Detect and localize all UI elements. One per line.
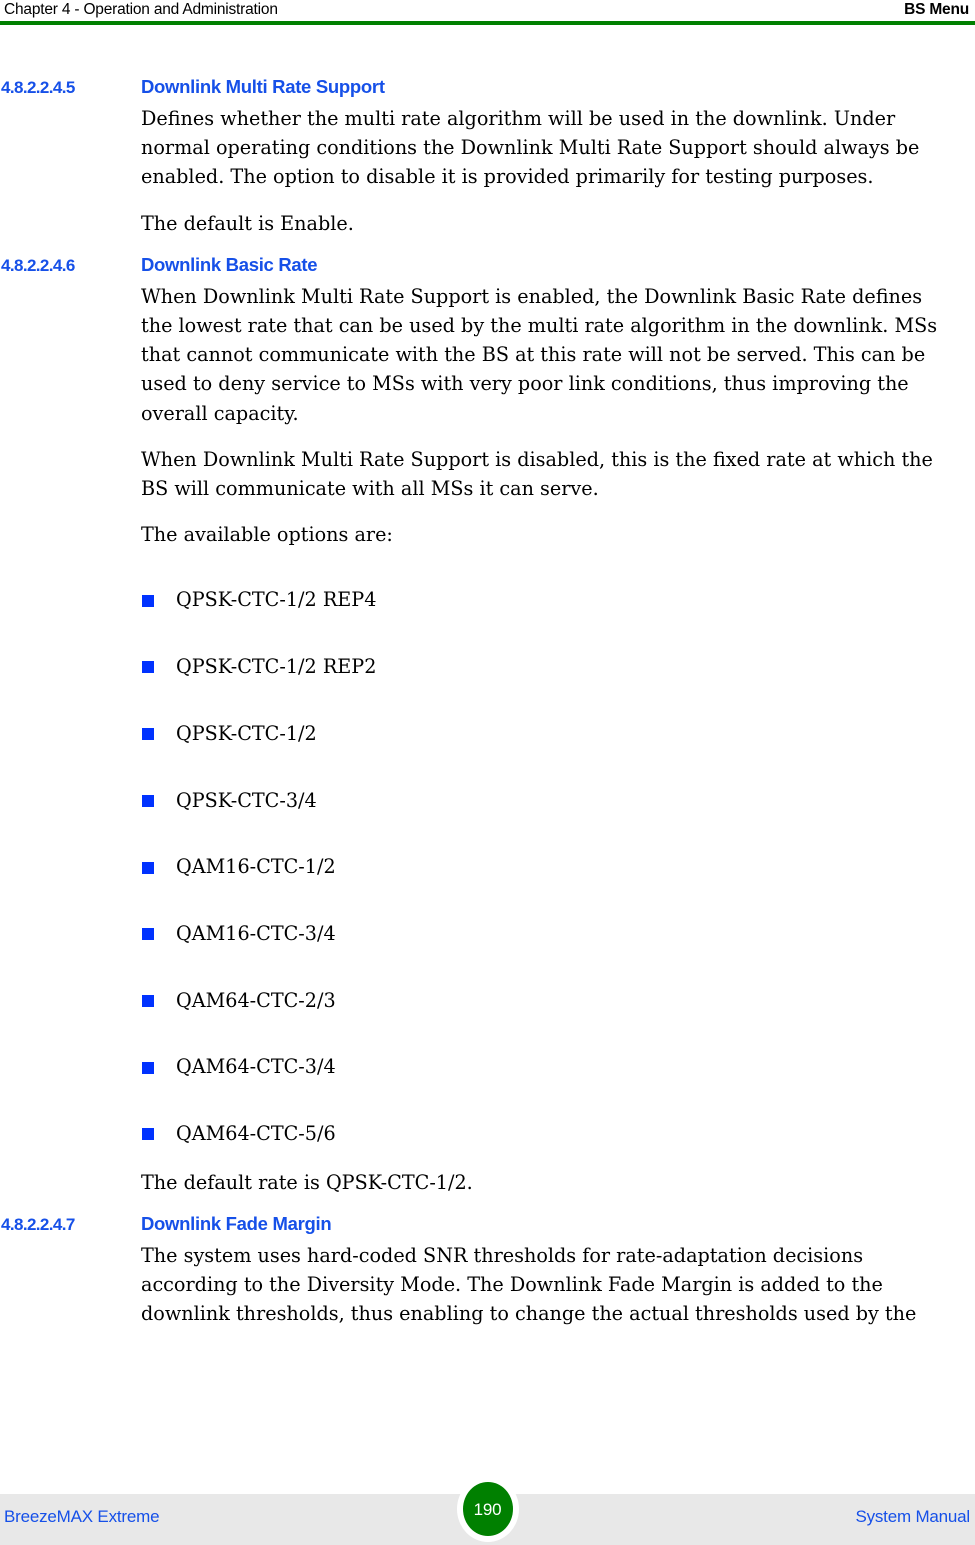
list-item-label: QAM16-CTC-3/4: [176, 921, 336, 945]
square-bullet-icon: [142, 1128, 154, 1141]
section-downlink-fade-margin: 4.8.2.2.4.7 Downlink Fade Margin The sys…: [0, 1213, 975, 1329]
paragraph: The system uses hard-coded SNR threshold…: [141, 1243, 917, 1326]
footer-document-type: System Manual: [855, 1507, 970, 1526]
list-item: QPSK-CTC-3/4: [0, 768, 975, 835]
list-item-label: QPSK-CTC-1/2: [176, 721, 317, 745]
list-item-label: QPSK-CTC-1/2 REP2: [176, 655, 377, 679]
page-content: 4.8.2.2.4.5 Downlink Multi Rate Support …: [0, 76, 975, 1328]
list-item: QPSK-CTC-1/2 REP4: [0, 567, 975, 634]
section-title: Downlink Basic Rate: [141, 253, 318, 275]
section-number: 4.8.2.2.4.7: [1, 1214, 75, 1234]
section-heading: 4.8.2.2.4.6 Downlink Basic Rate: [0, 254, 975, 280]
section-number: 4.8.2.2.4.5: [1, 78, 75, 97]
list-item-label: QAM16-CTC-1/2: [176, 855, 336, 879]
paragraph: The available options are:: [141, 523, 393, 547]
square-bullet-icon: [142, 861, 154, 874]
section-downlink-multi-rate-support: 4.8.2.2.4.5 Downlink Multi Rate Support …: [0, 76, 975, 238]
section-title: Downlink Multi Rate Support: [141, 76, 385, 97]
paragraph: When Downlink Multi Rate Support is enab…: [141, 284, 938, 425]
square-bullet-icon: [142, 728, 154, 741]
section-number: 4.8.2.2.4.6: [1, 255, 75, 275]
header-section-label: BS Menu: [904, 1, 969, 18]
list-item-label: QAM64-CTC-2/3: [176, 988, 336, 1012]
section-heading: 4.8.2.2.4.7 Downlink Fade Margin: [0, 1213, 975, 1239]
list-item: QAM64-CTC-3/4: [0, 1034, 975, 1101]
list-item: QPSK-CTC-1/2: [0, 701, 975, 768]
list-item-label: QAM64-CTC-5/6: [176, 1121, 336, 1145]
page-footer: BreezeMAX Extreme System Manual 190: [0, 1476, 975, 1545]
list-item-label: QPSK-CTC-3/4: [176, 788, 317, 812]
list-item: QPSK-CTC-1/2 REP2: [0, 634, 975, 701]
list-item-label: QAM64-CTC-3/4: [176, 1055, 336, 1079]
badge-disc-shape: 190: [462, 1482, 513, 1536]
paragraph: When Downlink Multi Rate Support is disa…: [141, 447, 933, 501]
paragraph: Defines whether the multi rate algorithm…: [141, 107, 920, 189]
square-bullet-icon: [142, 594, 154, 607]
header-divider-rule: [0, 21, 975, 25]
page-number: 190: [473, 1499, 502, 1519]
list-item-label: QPSK-CTC-1/2 REP4: [176, 588, 377, 612]
section-title: Downlink Fade Margin: [141, 1212, 332, 1234]
square-bullet-icon: [142, 994, 154, 1007]
list-item: QAM64-CTC-5/6: [0, 1101, 975, 1168]
square-bullet-icon: [142, 794, 154, 807]
running-header: Chapter 4 - Operation and Administration…: [0, 0, 975, 22]
section-heading: 4.8.2.2.4.5 Downlink Multi Rate Support: [0, 76, 975, 102]
paragraph: The default is Enable.: [141, 211, 354, 235]
square-bullet-icon: [142, 928, 154, 941]
header-chapter-title: Chapter 4 - Operation and Administration: [4, 1, 278, 18]
paragraph-default-rate: The default rate is QPSK-CTC-1/2.: [141, 1170, 473, 1194]
square-bullet-icon: [142, 1061, 154, 1074]
section-downlink-basic-rate: 4.8.2.2.4.6 Downlink Basic Rate When Dow…: [0, 254, 975, 1197]
list-item: QAM16-CTC-1/2: [0, 834, 975, 901]
footer-product-name: BreezeMAX Extreme: [4, 1507, 160, 1526]
list-item: QAM16-CTC-3/4: [0, 901, 975, 968]
square-bullet-icon: [142, 661, 154, 674]
page-number-badge: 190: [456, 1476, 519, 1542]
downlink-basic-rate-options-list: QPSK-CTC-1/2 REP4 QPSK-CTC-1/2 REP2 QPSK…: [0, 567, 975, 1167]
list-item: QAM64-CTC-2/3: [0, 968, 975, 1035]
